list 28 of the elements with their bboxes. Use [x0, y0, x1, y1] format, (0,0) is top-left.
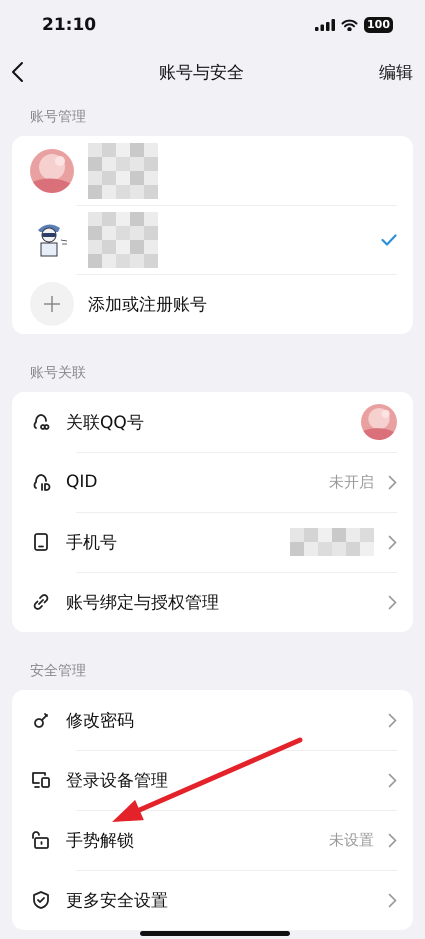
row-label[interactable]: 账号绑定与授权管理: [66, 590, 374, 614]
blurred-account-name: [88, 142, 158, 198]
back-icon[interactable]: [10, 61, 24, 83]
section-header: 安全管理: [29, 662, 87, 681]
battery-level: 100: [364, 17, 393, 33]
row-label[interactable]: 关联QQ号: [66, 410, 347, 434]
check-icon: [381, 234, 397, 246]
unlock-icon: [30, 829, 52, 851]
section-header: 账号关联: [29, 364, 87, 383]
row-value: 未开启: [329, 472, 374, 492]
page-title: 账号与安全: [159, 62, 244, 84]
shield-icon: [30, 889, 52, 911]
section-header: 账号管理: [29, 108, 87, 127]
add-icon[interactable]: [30, 282, 74, 326]
row-value: 未设置: [329, 830, 374, 850]
edit-button[interactable]: 编辑: [379, 60, 413, 84]
row-label[interactable]: QID: [66, 472, 315, 492]
status-time: 21:10: [42, 15, 96, 35]
row-label[interactable]: 手机号: [66, 530, 276, 554]
add-account-link[interactable]: 添加或注册账号: [88, 292, 397, 316]
devices-icon: [30, 769, 52, 791]
row-label[interactable]: 登录设备管理: [66, 768, 374, 792]
wifi-icon: [341, 19, 358, 31]
signal-icon: [315, 19, 336, 31]
blurred-account-name: [88, 212, 158, 268]
row-label[interactable]: 更多安全设置: [66, 888, 374, 912]
row-label[interactable]: 手势解锁: [66, 828, 315, 852]
row-label[interactable]: 修改密码: [66, 708, 374, 732]
